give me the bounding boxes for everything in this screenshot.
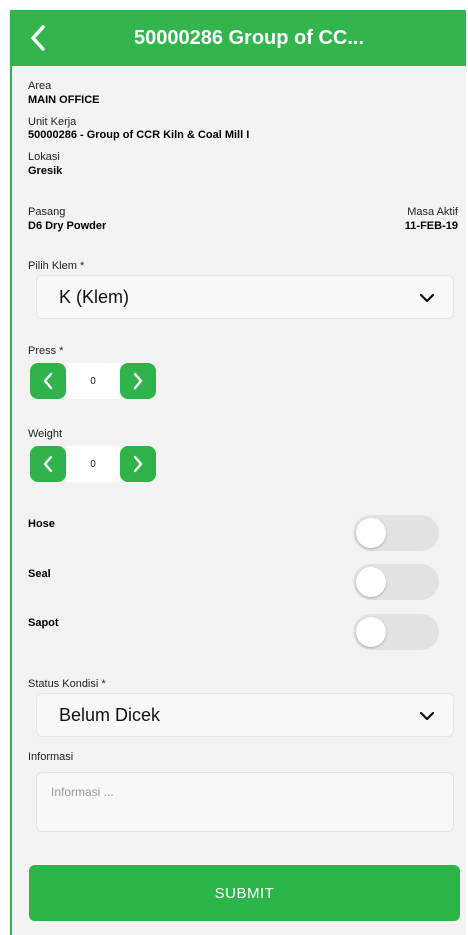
press-value[interactable]: 0 xyxy=(66,363,120,399)
weight-increment-button[interactable] xyxy=(120,446,156,482)
submit-button[interactable]: SUBMIT xyxy=(29,865,460,921)
lokasi-value: Gresik xyxy=(28,165,63,177)
press-decrement-button[interactable] xyxy=(30,363,66,399)
informasi-label: Informasi xyxy=(28,751,74,763)
pasang-value: D6 Dry Powder xyxy=(28,220,107,232)
klem-selected-value: K (Klem) xyxy=(59,286,130,307)
weight-value[interactable]: 0 xyxy=(66,446,120,482)
press-stepper: 0 xyxy=(30,363,156,399)
lokasi-label: Lokasi xyxy=(28,151,60,163)
seal-toggle[interactable] xyxy=(353,564,439,600)
toggle-knob xyxy=(356,617,386,647)
klem-select[interactable]: K (Klem) xyxy=(36,275,454,319)
press-label: Press * xyxy=(28,345,64,357)
chevron-right-icon xyxy=(133,455,143,473)
back-button[interactable] xyxy=(24,24,52,52)
masa-aktif-value: 11-FEB-19 xyxy=(404,220,458,232)
status-kondisi-label: Status Kondisi * xyxy=(28,678,106,690)
status-selected-value: Belum Dicek xyxy=(59,704,161,725)
chevron-down-icon xyxy=(419,293,435,303)
weight-label: Weight xyxy=(28,428,63,440)
app-header: 50000286 Group of CC... xyxy=(12,10,466,66)
hose-toggle[interactable] xyxy=(353,515,439,551)
masa-aktif-label: Masa Aktif xyxy=(407,206,458,218)
chevron-right-icon xyxy=(133,372,143,390)
status-kondisi-select[interactable]: Belum Dicek xyxy=(36,693,454,737)
area-value: MAIN OFFICE xyxy=(28,94,100,106)
screen: 50000286 Group of CC... Area MAIN OFFICE… xyxy=(10,10,466,935)
toggle-knob xyxy=(356,567,386,597)
page-title: 50000286 Group of CC... xyxy=(133,26,365,49)
chevron-left-icon xyxy=(31,25,45,51)
weight-stepper: 0 xyxy=(30,446,156,482)
area-label: Area xyxy=(28,80,52,92)
seal-label: Seal xyxy=(28,568,51,580)
sapot-toggle[interactable] xyxy=(353,614,439,650)
informasi-input[interactable] xyxy=(36,772,454,832)
chevron-left-icon xyxy=(43,455,53,473)
hose-label: Hose xyxy=(28,518,55,530)
weight-decrement-button[interactable] xyxy=(30,446,66,482)
pasang-label: Pasang xyxy=(28,206,66,218)
toggle-knob xyxy=(356,518,386,548)
unit-kerja-value: 50000286 - Group of CCR Kiln & Coal Mill… xyxy=(28,129,250,141)
unit-kerja-label: Unit Kerja xyxy=(28,116,77,128)
sapot-label: Sapot xyxy=(28,617,59,629)
chevron-down-icon xyxy=(419,711,435,721)
press-increment-button[interactable] xyxy=(120,363,156,399)
chevron-left-icon xyxy=(43,372,53,390)
klem-label: Pilih Klem * xyxy=(28,260,85,272)
